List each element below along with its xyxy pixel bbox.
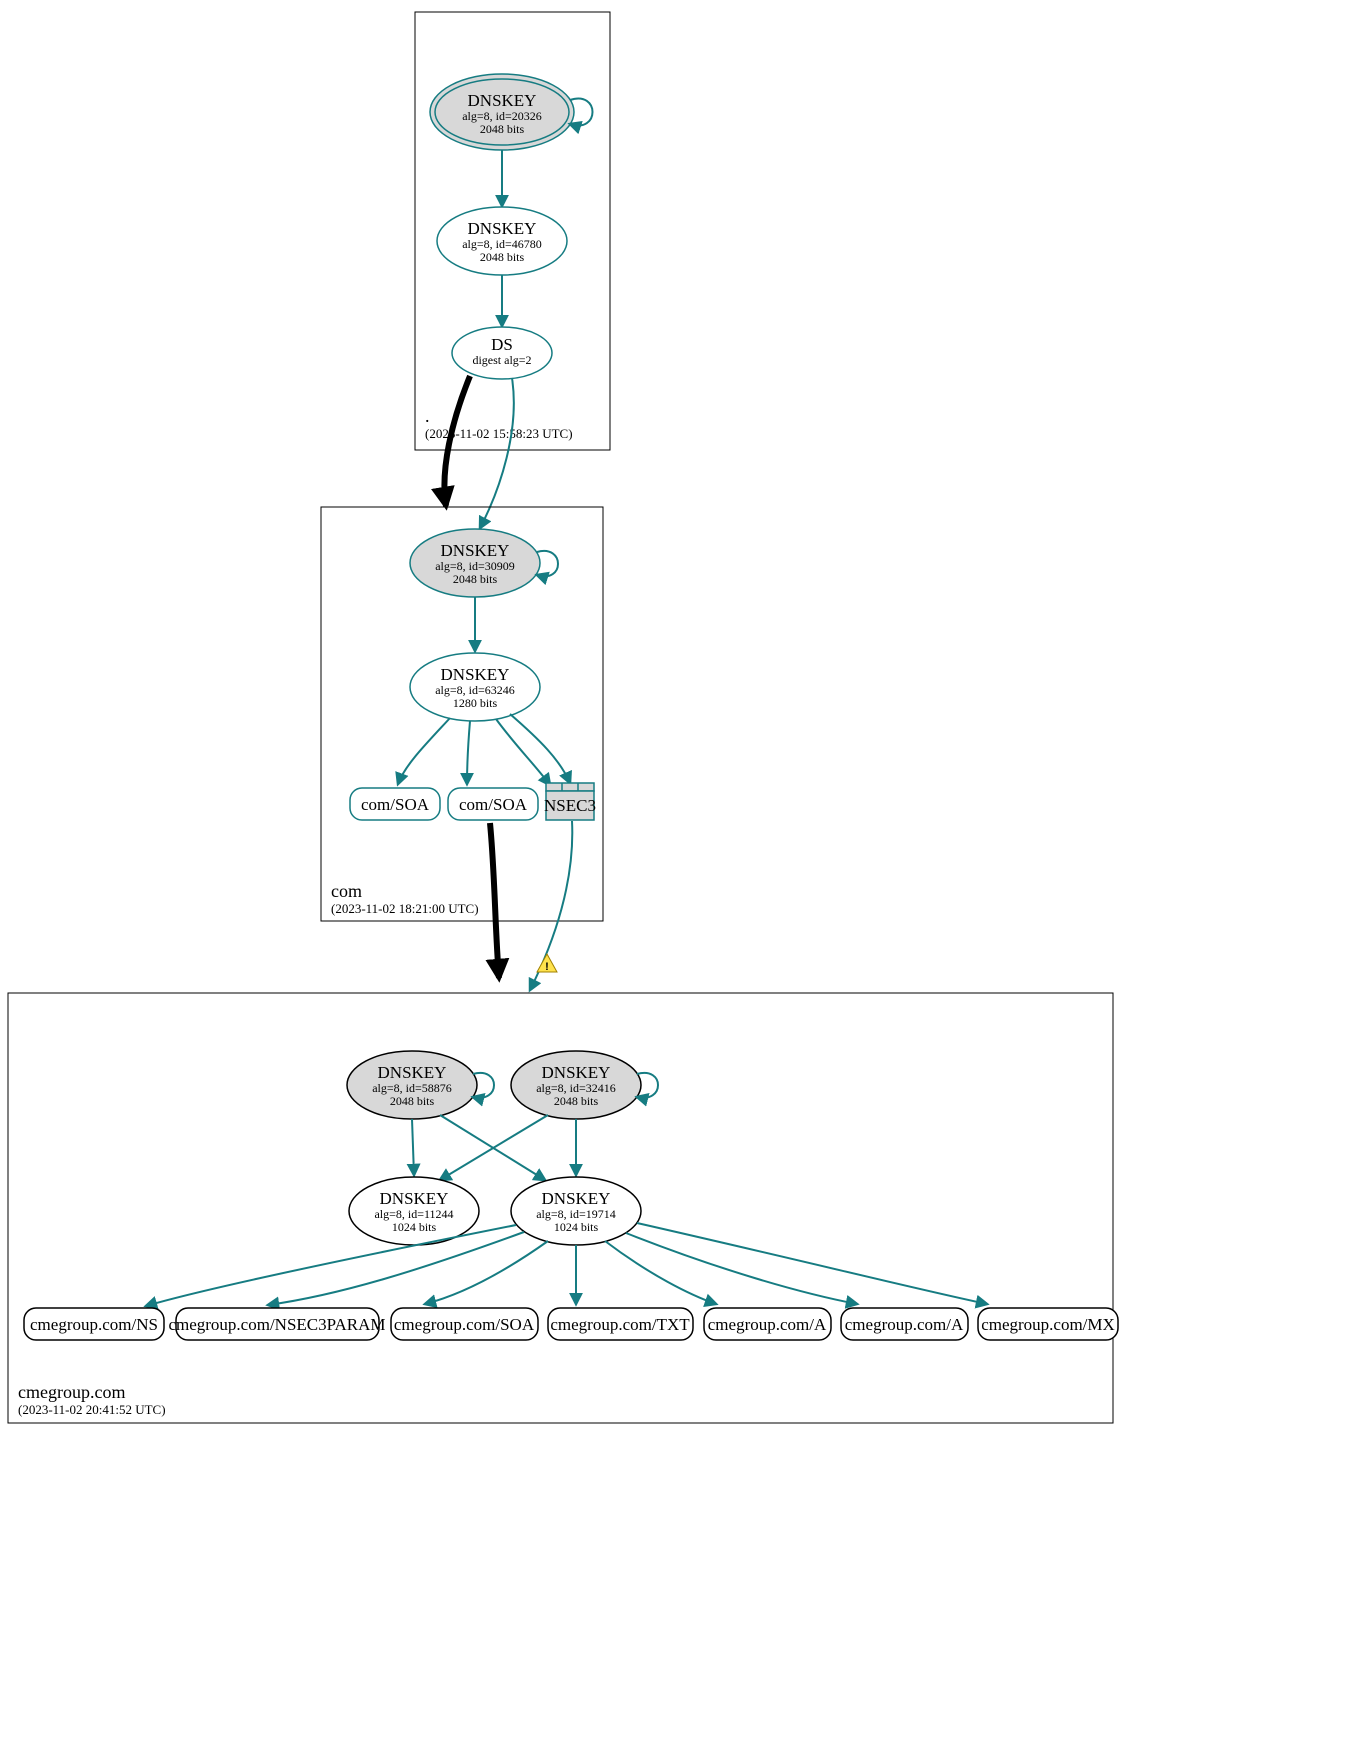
- node-cme-ksk1: DNSKEY alg=8, id=58876 2048 bits: [347, 1051, 477, 1119]
- record-com-nsec3: NSEC3: [544, 783, 596, 820]
- record-com-soa-1: com/SOA: [350, 788, 440, 820]
- node-cme-zsk2: DNSKEY alg=8, id=19714 1024 bits: [511, 1177, 641, 1245]
- svg-text:com/SOA: com/SOA: [459, 795, 528, 814]
- svg-text:1280 bits: 1280 bits: [453, 696, 498, 710]
- svg-text:DNSKEY: DNSKEY: [542, 1189, 611, 1208]
- zone-cme-timestamp: (2023-11-02 20:41:52 UTC): [18, 1402, 166, 1417]
- edge-cme-zsk2-to-mx: [637, 1223, 987, 1304]
- edge-cme-zsk2-to-a2: [626, 1233, 857, 1304]
- svg-text:1024 bits: 1024 bits: [392, 1220, 437, 1234]
- svg-text:com/SOA: com/SOA: [361, 795, 430, 814]
- svg-text:DNSKEY: DNSKEY: [542, 1063, 611, 1082]
- svg-text:alg=8, id=19714: alg=8, id=19714: [536, 1207, 616, 1221]
- svg-text:alg=8, id=46780: alg=8, id=46780: [462, 237, 542, 251]
- edge-com-to-cme-delegation: [490, 823, 499, 978]
- svg-text:alg=8, id=63246: alg=8, id=63246: [435, 683, 515, 697]
- svg-text:2048 bits: 2048 bits: [480, 122, 525, 136]
- record-cme-a2: cmegroup.com/A: [841, 1308, 968, 1340]
- record-com-soa-2: com/SOA: [448, 788, 538, 820]
- svg-text:DNSKEY: DNSKEY: [468, 219, 537, 238]
- record-cme-mx: cmegroup.com/MX: [978, 1308, 1118, 1340]
- zone-com-name: com: [331, 881, 362, 901]
- zone-com-timestamp: (2023-11-02 18:21:00 UTC): [331, 901, 479, 916]
- edge-cme-zsk2-to-a1: [605, 1241, 716, 1304]
- svg-text:NSEC3: NSEC3: [544, 796, 596, 815]
- svg-text:!: !: [545, 961, 549, 973]
- edge-com-zsk-to-nsec3a: [496, 719, 550, 785]
- edge-cme-ksk1-to-zsk1: [412, 1119, 414, 1175]
- svg-text:DS: DS: [491, 335, 513, 354]
- svg-text:alg=8, id=58876: alg=8, id=58876: [372, 1081, 452, 1095]
- record-cme-nsec3param: cmegroup.com/NSEC3PARAM: [168, 1308, 385, 1340]
- svg-text:DNSKEY: DNSKEY: [441, 541, 510, 560]
- warning-icon: !: [537, 954, 557, 973]
- dnssec-diagram: . (2023-11-02 15:58:23 UTC) DNSKEY alg=8…: [0, 0, 1367, 1749]
- edge-com-zsk-to-soa1: [398, 718, 450, 784]
- record-cme-a1: cmegroup.com/A: [704, 1308, 831, 1340]
- node-cme-zsk1: DNSKEY alg=8, id=11244 1024 bits: [349, 1177, 479, 1245]
- node-cme-ksk2: DNSKEY alg=8, id=32416 2048 bits: [511, 1051, 641, 1119]
- svg-text:DNSKEY: DNSKEY: [378, 1063, 447, 1082]
- node-root-zsk: DNSKEY alg=8, id=46780 2048 bits: [437, 207, 567, 275]
- svg-text:DNSKEY: DNSKEY: [380, 1189, 449, 1208]
- svg-text:2048 bits: 2048 bits: [390, 1094, 435, 1108]
- zone-cme-name: cmegroup.com: [18, 1382, 125, 1402]
- svg-text:cmegroup.com/SOA: cmegroup.com/SOA: [394, 1315, 535, 1334]
- svg-text:2048 bits: 2048 bits: [480, 250, 525, 264]
- svg-text:alg=8, id=30909: alg=8, id=30909: [435, 559, 515, 573]
- svg-text:cmegroup.com/MX: cmegroup.com/MX: [981, 1315, 1115, 1334]
- node-com-zsk: DNSKEY alg=8, id=63246 1280 bits: [410, 653, 540, 721]
- svg-text:alg=8, id=11244: alg=8, id=11244: [374, 1207, 453, 1221]
- zone-root-name: .: [425, 406, 430, 426]
- edge-com-zsk-to-soa2: [467, 721, 470, 784]
- record-cme-soa: cmegroup.com/SOA: [391, 1308, 538, 1340]
- svg-text:digest alg=2: digest alg=2: [472, 353, 531, 367]
- svg-text:cmegroup.com/NS: cmegroup.com/NS: [30, 1315, 158, 1334]
- node-root-ds: DS digest alg=2: [452, 327, 552, 379]
- svg-text:cmegroup.com/A: cmegroup.com/A: [708, 1315, 827, 1334]
- svg-text:alg=8, id=32416: alg=8, id=32416: [536, 1081, 616, 1095]
- record-cme-ns: cmegroup.com/NS: [24, 1308, 164, 1340]
- edge-root-to-com-delegation: [444, 376, 470, 506]
- svg-text:2048 bits: 2048 bits: [554, 1094, 599, 1108]
- node-com-ksk: DNSKEY alg=8, id=30909 2048 bits: [410, 529, 540, 597]
- svg-text:1024 bits: 1024 bits: [554, 1220, 599, 1234]
- svg-text:DNSKEY: DNSKEY: [441, 665, 510, 684]
- edge-root-ds-to-com-ksk: [480, 378, 514, 528]
- svg-text:alg=8, id=20326: alg=8, id=20326: [462, 109, 542, 123]
- record-cme-txt: cmegroup.com/TXT: [548, 1308, 693, 1340]
- svg-text:DNSKEY: DNSKEY: [468, 91, 537, 110]
- svg-text:2048 bits: 2048 bits: [453, 572, 498, 586]
- edge-cme-zsk2-to-soa: [425, 1241, 548, 1304]
- node-root-ksk: DNSKEY alg=8, id=20326 2048 bits: [430, 74, 574, 150]
- svg-text:cmegroup.com/A: cmegroup.com/A: [845, 1315, 964, 1334]
- svg-text:cmegroup.com/NSEC3PARAM: cmegroup.com/NSEC3PARAM: [168, 1315, 385, 1334]
- svg-text:cmegroup.com/TXT: cmegroup.com/TXT: [550, 1315, 690, 1334]
